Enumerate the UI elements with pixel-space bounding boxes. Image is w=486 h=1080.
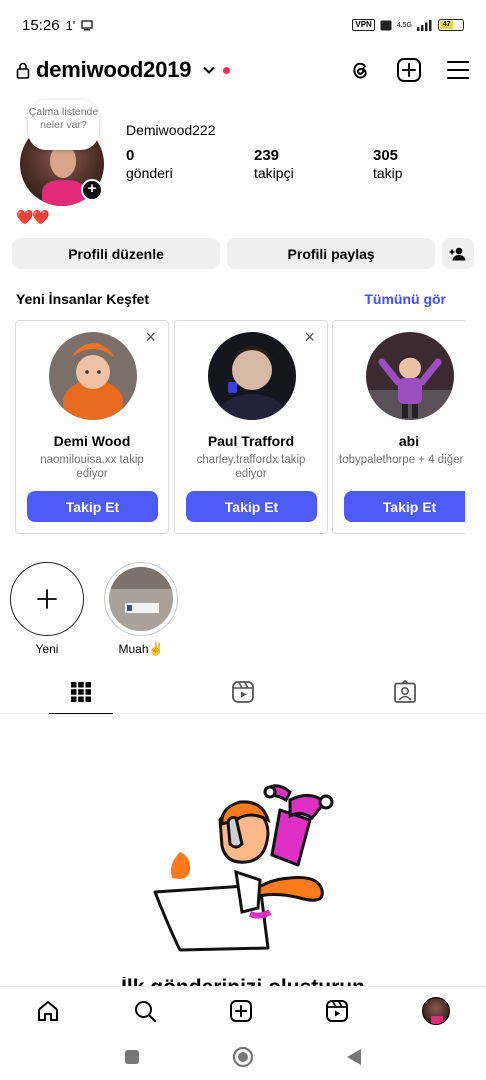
man-photo (208, 332, 296, 420)
threads-icon[interactable] (348, 58, 372, 82)
signal-icon (417, 19, 432, 31)
suggestion-card[interactable]: × Demi Wood naomilouisa.xx takip ediyor … (15, 320, 169, 534)
suggested-users-carousel[interactable]: × Demi Wood naomilouisa.xx takip ediyor … (15, 320, 465, 536)
discover-people-button[interactable] (442, 238, 475, 269)
search-icon[interactable] (133, 999, 157, 1023)
discover-title: Yeni İnsanlar Keşfet (16, 291, 150, 307)
suggestion-reason: tobypalethorpe + 4 diğer kişi takip ediy… (339, 454, 465, 466)
menu-icon[interactable] (446, 60, 470, 80)
new-highlight[interactable]: Yeni (10, 562, 84, 656)
edit-profile-button[interactable]: Profili düzenle (12, 238, 221, 269)
close-icon[interactable]: × (145, 327, 156, 348)
girl-photo (366, 332, 454, 420)
stat-posts[interactable]: 0 gönderi (126, 147, 173, 181)
add-person-icon (449, 247, 466, 260)
suggestion-avatar[interactable] (366, 332, 454, 420)
avatar-clothing (42, 180, 86, 206)
suggestion-avatar[interactable] (208, 332, 296, 420)
bottom-navigation (0, 986, 486, 1034)
suggestion-reason: naomilouisa.xx takip ediyor (40, 454, 144, 480)
volte-icon (380, 20, 392, 30)
new-highlight-ring[interactable] (10, 562, 84, 636)
network-type: 4.5G (396, 21, 412, 29)
tagged-icon (394, 679, 416, 703)
profile-action-row: Profili düzenle Profili paylaş (12, 238, 475, 269)
grid-icon (71, 681, 91, 702)
lock-icon (16, 62, 30, 79)
highlight-label: Muah✌️ (118, 642, 164, 656)
display-name: Demiwood222 (126, 122, 216, 138)
baby-photo (49, 332, 137, 420)
status-bar: 15:26 1' VPN 4.5G 47 (0, 0, 486, 50)
plus-icon (37, 589, 57, 609)
profile-header: demiwood2019 (0, 52, 486, 88)
highlight-label: Yeni (35, 642, 59, 656)
stat-following[interactable]: 305 takip (373, 147, 403, 181)
follow-button[interactable]: Takip Et (344, 491, 465, 522)
profile-nav-avatar[interactable] (421, 996, 450, 1025)
reels-icon (232, 680, 254, 703)
suggestion-name: Paul Trafford (207, 433, 295, 449)
note-bubble[interactable]: Çalma listende neler var? (28, 100, 99, 150)
suggestion-avatar[interactable] (49, 332, 137, 420)
tab-posts-grid[interactable] (0, 670, 162, 714)
tab-tagged[interactable] (324, 670, 486, 713)
follow-button[interactable]: Takip Et (186, 491, 317, 522)
content-tabs (0, 670, 486, 714)
discover-header: Yeni İnsanlar Keşfet Tümünü gör (16, 291, 446, 307)
suggestion-reason: charley.traffordx takip ediyor (196, 454, 306, 480)
chevron-down-icon[interactable] (203, 66, 216, 74)
account-username[interactable]: demiwood2019 (36, 57, 192, 83)
vpn-indicator: VPN (352, 19, 375, 31)
home-icon[interactable] (36, 999, 60, 1023)
clock: 15:26 (22, 16, 60, 34)
create-post-icon[interactable] (229, 999, 253, 1023)
home-button-icon[interactable] (232, 1046, 254, 1068)
back-icon[interactable] (346, 1048, 362, 1066)
stat-followers[interactable]: 239 takipçi (254, 147, 294, 181)
suggestion-name: Demi Wood (53, 433, 131, 449)
story-highlights: Yeni Muah✌️ (10, 562, 178, 656)
see-all-link[interactable]: Tümünü gör (364, 291, 446, 307)
follow-button[interactable]: Takip Et (27, 491, 158, 522)
add-story-badge[interactable]: + (81, 179, 103, 201)
suggestion-card[interactable]: × Paul Trafford charley.traffordx takip … (174, 320, 328, 534)
screenshot-indicator-icon (81, 19, 93, 30)
notification-dot (223, 66, 231, 74)
suggestion-name: abi (398, 433, 420, 449)
empty-state-illustration (150, 780, 340, 955)
highlight-cover-image (109, 567, 173, 631)
close-icon[interactable]: × (304, 327, 315, 348)
system-navigation (0, 1034, 486, 1080)
battery-icon: 47 (438, 19, 464, 31)
highlight-ring[interactable] (104, 562, 178, 636)
create-icon[interactable] (396, 57, 422, 83)
bio-text: ❤️❤️ (16, 209, 50, 225)
highlight-cover (109, 567, 173, 631)
share-profile-button[interactable]: Profili paylaş (227, 238, 436, 269)
suggestion-card[interactable]: abi tobypalethorpe + 4 diğer kişi takip … (332, 320, 465, 534)
recents-icon[interactable] (124, 1049, 140, 1065)
tab-reels[interactable] (162, 670, 324, 713)
reels-nav-icon[interactable] (325, 999, 349, 1023)
highlight-item[interactable]: Muah✌️ (104, 562, 178, 656)
status-extra: 1' (65, 17, 76, 33)
profile-summary: Çalma listende neler var? + Demiwood222 … (0, 100, 486, 210)
